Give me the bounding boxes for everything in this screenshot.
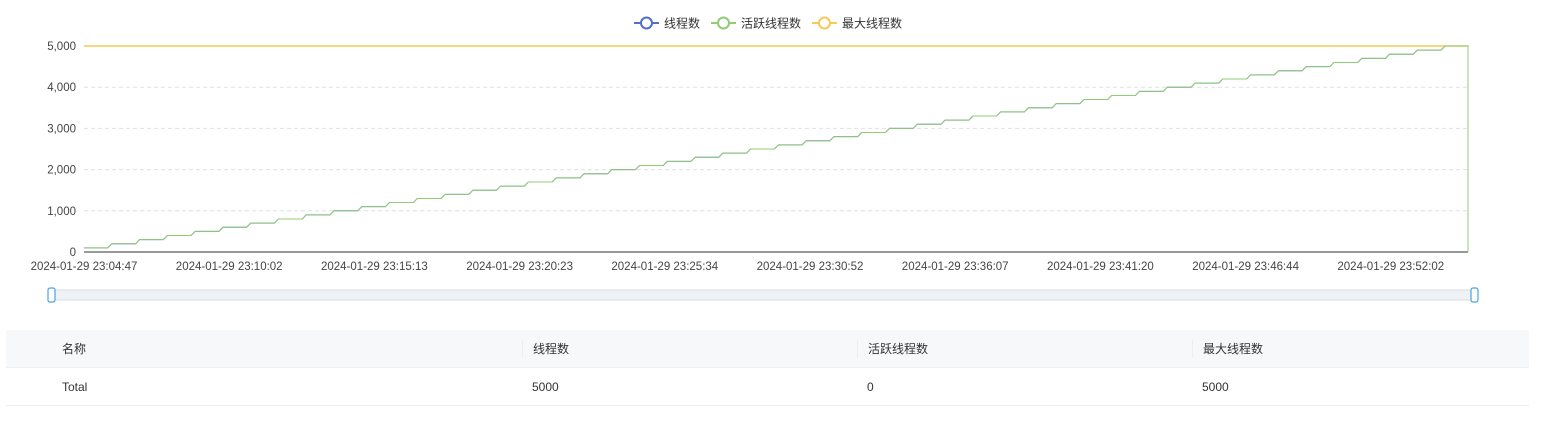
thread-summary-table: 名称 线程数 活跃线程数 最大线程数 Total 5000 0 5000 <box>6 330 1529 406</box>
table-header-row: 名称 线程数 活跃线程数 最大线程数 <box>6 330 1529 368</box>
legend-item-1[interactable]: 活跃线程数 <box>711 16 801 31</box>
header-cell-max-threads[interactable]: 最大线程数 <box>1192 330 1529 368</box>
legend-circle-icon-0 <box>640 16 653 30</box>
x-tick-label-1: 2024-01-29 23:10:02 <box>176 261 283 273</box>
legend-label-2: 最大线程数 <box>842 16 902 31</box>
x-tick-label-9: 2024-01-29 23:52:02 <box>1337 261 1444 273</box>
x-tick-label-2: 2024-01-29 23:15:13 <box>321 261 428 273</box>
datazoom-handle-left[interactable] <box>47 287 56 303</box>
x-tick-label-6: 2024-01-29 23:36:07 <box>902 261 1009 273</box>
y-tick-label-0: 0 <box>70 247 76 259</box>
x-tick-label-3: 2024-01-29 23:20:23 <box>466 261 573 273</box>
legend-circle-icon-2 <box>818 16 831 30</box>
x-axis: 2024-01-29 23:04:47 2024-01-29 23:10:02 20… <box>31 261 1445 273</box>
cell-max-threads: 5000 <box>1192 367 1529 406</box>
chart-series <box>84 45 1469 252</box>
y-tick-label-3: 3,000 <box>47 123 76 135</box>
legend-label-1: 活跃线程数 <box>741 16 801 31</box>
datazoom-handle-right[interactable] <box>1470 287 1479 303</box>
legend-item-0[interactable]: 线程数 <box>634 16 700 31</box>
cell-thread-count: 5000 <box>522 367 857 406</box>
cell-active-threads: 0 <box>857 367 1192 406</box>
legend-circle-icon-1 <box>717 16 730 30</box>
chart-grid <box>84 45 1468 253</box>
header-cell-name[interactable]: 名称 <box>6 330 522 368</box>
x-tick-label-7: 2024-01-29 23:41:20 <box>1047 261 1154 273</box>
y-axis: 0 1,000 2,000 3,000 4,000 5,000 <box>47 41 76 259</box>
y-tick-label-4: 4,000 <box>47 82 76 94</box>
x-tick-label-0: 2024-01-29 23:04:47 <box>31 261 138 273</box>
datazoom-slider[interactable] <box>47 287 1479 303</box>
y-tick-label-5: 5,000 <box>47 41 76 53</box>
series-line-active-threads <box>84 45 1469 252</box>
y-tick-label-2: 2,000 <box>47 165 76 177</box>
x-tick-label-8: 2024-01-29 23:46:44 <box>1192 261 1299 273</box>
legend-label-0: 线程数 <box>664 16 700 31</box>
chart-legend[interactable]: 线程数 活跃线程数 最大线程数 <box>634 16 902 31</box>
datazoom-track <box>51 289 1476 301</box>
thread-count-chart: 线程数 活跃线程数 最大线程数 0 1,000 2,000 3,000 4,000 5,000… <box>31 16 1479 303</box>
cell-name: Total <box>6 367 522 406</box>
x-tick-label-5: 2024-01-29 23:30:52 <box>757 261 864 273</box>
header-cell-thread-count[interactable]: 线程数 <box>522 330 857 368</box>
x-tick-label-4: 2024-01-29 23:25:34 <box>611 261 718 273</box>
header-cell-active-threads[interactable]: 活跃线程数 <box>857 330 1192 368</box>
table-row: Total 5000 0 5000 <box>6 367 1529 406</box>
y-tick-label-1: 1,000 <box>47 206 76 218</box>
legend-item-2[interactable]: 最大线程数 <box>812 16 902 31</box>
